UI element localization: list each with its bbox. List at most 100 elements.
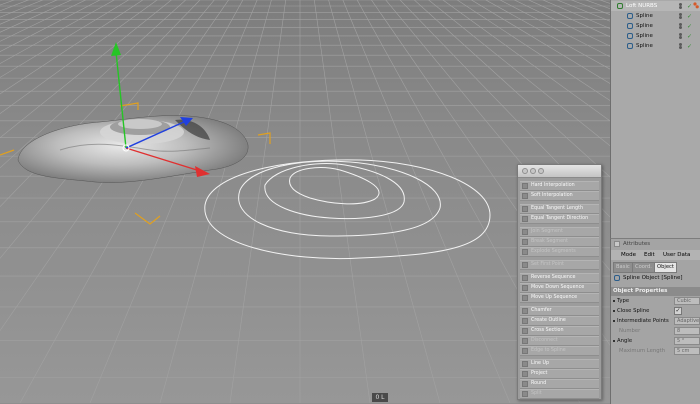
menu-edit[interactable]: Edit	[644, 250, 655, 260]
palette-item[interactable]: Cross Section	[520, 326, 599, 336]
palette-item[interactable]: Split	[520, 389, 599, 399]
attributes-icon	[614, 241, 620, 247]
animatable-bullet-icon[interactable]	[613, 300, 615, 302]
spline-icon	[627, 43, 633, 49]
command-icon	[522, 249, 528, 255]
tab-object[interactable]: Object	[654, 262, 677, 273]
palette-item[interactable]: Project	[520, 369, 599, 379]
object-name: Loft NURBS	[626, 3, 658, 9]
section-object-properties: Object Properties	[611, 287, 700, 296]
minimize-window-icon[interactable]	[530, 168, 536, 174]
visibility-dots-icon[interactable]	[679, 33, 683, 39]
command-icon	[522, 328, 528, 334]
palette-item[interactable]: Set First Point	[520, 260, 599, 270]
palette-item[interactable]: Explode Segments	[520, 247, 599, 257]
palette-item[interactable]: Move Up Sequence	[520, 293, 599, 303]
palette-item[interactable]: Create Outline	[520, 316, 599, 326]
prop-type: Type Cubic	[611, 296, 700, 306]
animatable-bullet-icon[interactable]	[613, 340, 615, 342]
command-icon	[522, 381, 528, 387]
command-icon	[522, 371, 528, 377]
tab-basic[interactable]: Basic	[613, 262, 633, 273]
prop-maximum-length: Maximum Length 5 cm	[611, 346, 700, 356]
selected-object-name: Spline Object [Spline]	[623, 275, 683, 281]
palette-item[interactable]: Reverse Sequence	[520, 273, 599, 283]
prop-label: Number	[619, 328, 641, 334]
command-icon	[522, 183, 528, 189]
palette-item[interactable]: Soft Interpolation	[520, 191, 599, 201]
spline-icon	[627, 33, 633, 39]
palette-item-label: Equal Tangent Length	[531, 206, 584, 211]
command-icon	[522, 229, 528, 235]
object-name: Spline	[636, 33, 653, 39]
animatable-bullet-icon[interactable]	[613, 320, 615, 322]
tab-coord[interactable]: Coord.	[632, 262, 655, 273]
palette-item-label: Equal Tangent Direction	[531, 216, 589, 221]
palette-item-label: Project	[531, 371, 548, 376]
palette-item-label: Create Outline	[531, 318, 566, 323]
prop-label: Close Spline	[617, 308, 650, 314]
spline-command-palette[interactable]: Hard Interpolation Soft Interpolation Equa…	[517, 164, 602, 400]
object-row-spline[interactable]: Spline ✓	[611, 21, 700, 31]
palette-item-label: Join Segment	[531, 229, 563, 234]
command-icon	[522, 239, 528, 245]
command-icon	[522, 216, 528, 222]
palette-item[interactable]: Disconnect	[520, 336, 599, 346]
prop-label: Type	[617, 298, 630, 304]
close-window-icon[interactable]	[522, 168, 528, 174]
palette-item[interactable]: Edge to Spline	[520, 346, 599, 356]
visibility-dots-icon[interactable]	[679, 43, 683, 49]
palette-item[interactable]: Line Up	[520, 359, 599, 369]
angle-field[interactable]: 5 °	[674, 337, 700, 345]
object-manager[interactable]: Loft NURBS ✓ Spline ✓ Spline ✓ Spline ✓ …	[610, 0, 700, 238]
command-icon	[522, 193, 528, 199]
object-name: Spline	[636, 23, 653, 29]
attributes-manager[interactable]: Attributes Mode Edit User Data Basic Coo…	[610, 238, 700, 404]
loft-nurbs-icon	[617, 3, 623, 9]
visibility-dots-icon[interactable]	[679, 23, 683, 29]
enabled-check-icon[interactable]: ✓	[687, 42, 692, 52]
palette-item-label: Split	[531, 391, 542, 396]
prop-label: Maximum Length	[619, 348, 666, 354]
palette-item[interactable]: Join Segment	[520, 227, 599, 237]
palette-item-label: Reverse Sequence	[531, 275, 576, 280]
animatable-bullet-icon[interactable]	[613, 310, 615, 312]
object-row-spline[interactable]: Spline ✓	[611, 31, 700, 41]
palette-item-label: Hard Interpolation	[531, 183, 575, 188]
spline-icon	[627, 13, 633, 19]
intermediate-points-select[interactable]: Adaptive	[674, 317, 700, 325]
visibility-dots-icon[interactable]	[679, 3, 683, 9]
spline-object-icon	[614, 275, 620, 281]
command-icon	[522, 391, 528, 397]
zoom-window-icon[interactable]	[538, 168, 544, 174]
palette-item[interactable]: Hard Interpolation	[520, 181, 599, 191]
command-icon	[522, 295, 528, 301]
close-spline-checkbox[interactable]: ✓	[674, 307, 682, 315]
object-row-loft-nurbs[interactable]: Loft NURBS ✓	[611, 1, 700, 11]
command-icon	[522, 308, 528, 314]
menu-mode[interactable]: Mode	[621, 250, 636, 260]
palette-item[interactable]: Equal Tangent Direction	[520, 214, 599, 224]
frame-indicator: 0 L	[372, 393, 388, 402]
palette-item[interactable]: Move Down Sequence	[520, 283, 599, 293]
palette-item-label: Edge to Spline	[531, 348, 566, 353]
visibility-dots-icon[interactable]	[679, 13, 683, 19]
command-icon	[522, 275, 528, 281]
prop-close-spline: Close Spline ✓	[611, 306, 700, 316]
tag-icon[interactable]	[693, 2, 699, 9]
object-name: Spline	[636, 13, 653, 19]
attributes-menu-bar: Mode Edit User Data	[611, 250, 700, 260]
palette-item-label: Round	[531, 381, 547, 386]
maximum-length-field[interactable]: 5 cm	[674, 347, 700, 355]
type-select[interactable]: Cubic	[674, 297, 700, 305]
number-field[interactable]: 8	[674, 327, 700, 335]
palette-item[interactable]: Round	[520, 379, 599, 389]
palette-item[interactable]: Break Segment	[520, 237, 599, 247]
palette-item[interactable]: Equal Tangent Length	[520, 204, 599, 214]
object-row-spline[interactable]: Spline ✓	[611, 41, 700, 51]
menu-user-data[interactable]: User Data	[663, 250, 690, 260]
palette-titlebar[interactable]	[518, 165, 601, 178]
object-row-spline[interactable]: Spline ✓	[611, 11, 700, 21]
command-icon	[522, 206, 528, 212]
palette-item[interactable]: Chamfer	[520, 306, 599, 316]
